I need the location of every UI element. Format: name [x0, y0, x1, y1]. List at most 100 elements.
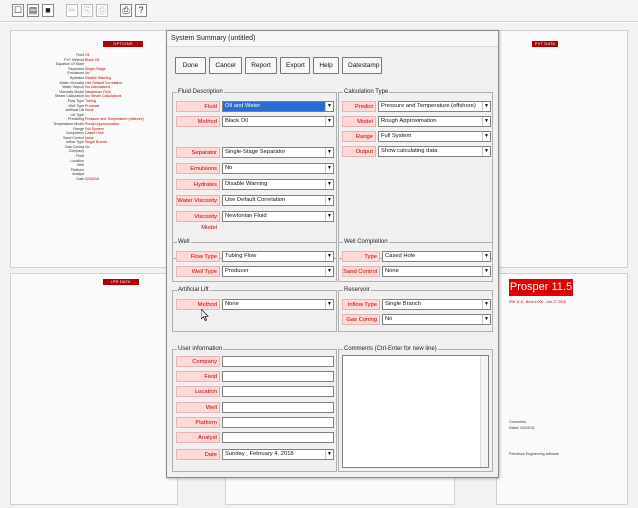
analyst-label: Analyst [176, 431, 220, 443]
company-label: Company [176, 355, 220, 367]
chevron-down-icon[interactable]: ▼ [325, 179, 333, 189]
fluid-select[interactable]: Oil and Water ▼ [222, 100, 334, 112]
predict-select[interactable]: Pressure and Temperature (offshore) ▼ [378, 100, 491, 112]
chevron-down-icon[interactable]: ▼ [325, 147, 333, 157]
chevron-down-icon[interactable]: ▼ [482, 101, 490, 111]
chevron-down-icon[interactable]: ▼ [325, 195, 333, 205]
completion-type-select[interactable]: Cased Hole ▼ [382, 250, 491, 262]
paste-icon[interactable]: ⎙ [96, 4, 108, 17]
well-title: Well [177, 238, 191, 246]
comments-scrollbar[interactable] [480, 356, 488, 467]
field-row: Company [176, 355, 334, 367]
emulsions-value: No [225, 164, 233, 171]
dialog-button-row: Done Cancel Report Export Help Datestamp [175, 57, 382, 74]
chevron-down-icon[interactable]: ▼ [325, 163, 333, 173]
flow-type-select[interactable]: Tubing Flow ▼ [222, 250, 334, 262]
comments-textarea[interactable] [342, 355, 489, 468]
comments-note: Comments [509, 420, 526, 424]
ipr-data-pane[interactable]: IPR DATA [10, 273, 178, 505]
lift-method-value: None [225, 300, 239, 307]
reservoir-group: Reservoir Inflow Type Single Branch ▼ Gas… [338, 286, 493, 332]
done-button[interactable]: Done [175, 57, 206, 74]
cancel-button[interactable]: Cancel [209, 57, 242, 74]
datestamp-button[interactable]: Datestamp [342, 57, 382, 74]
options-summary-pane[interactable]: OPTIONS SUMMARY Fluid Oil PVT Method Black … [10, 30, 178, 268]
date-picker[interactable]: Sunday , February 4, 2018 ▼ [222, 448, 334, 460]
fluid-value: Oil and Water [225, 102, 261, 109]
chevron-down-icon[interactable]: ▼ [325, 211, 333, 221]
output-label: Output [342, 145, 376, 157]
gas-coning-select[interactable]: No ▼ [382, 313, 491, 325]
model-select[interactable]: Rough Approximation ▼ [378, 115, 491, 127]
inflow-type-select[interactable]: Single Branch ▼ [382, 298, 491, 310]
chevron-down-icon[interactable]: ▼ [482, 299, 490, 309]
report-button[interactable]: Report [245, 57, 277, 74]
method-select[interactable]: Black Oil ▼ [222, 115, 334, 127]
field-row: Method None ▼ [176, 298, 334, 310]
chevron-down-icon[interactable]: ▼ [482, 251, 490, 261]
method-label: Method [176, 115, 220, 127]
field-row: Flow Type Tubing Flow ▼ [176, 250, 334, 262]
cut-icon[interactable]: ✂ [66, 4, 78, 17]
location-label: Location [176, 385, 220, 397]
field-row: Inflow Type Single Branch ▼ [342, 298, 491, 310]
artificial-lift-title: Artificial Lift [177, 286, 210, 294]
pvt-data-pane[interactable]: PVT DATA [496, 30, 628, 268]
options-summary-list: Fluid Oil PVT Method Black Oil Equation Of S… [33, 53, 153, 182]
copy-icon[interactable]: ⎘ [81, 4, 93, 17]
help-button[interactable]: Help [313, 57, 339, 74]
user-information-title: User information [177, 345, 224, 353]
date-label: Date [176, 448, 220, 460]
new-file-icon[interactable]: ☐ [12, 4, 24, 17]
location-input[interactable] [222, 385, 334, 397]
emulsions-select[interactable]: No ▼ [222, 162, 334, 174]
chevron-down-icon[interactable]: ▼ [325, 299, 333, 309]
fluid-description-group: Fluid Description Fluid Oil and Water ▼ M… [172, 88, 337, 259]
separator-select[interactable]: Single-Stage Separator ▼ [222, 146, 334, 158]
viscosity-model-select[interactable]: Newtonian Fluid ▼ [222, 210, 334, 222]
inflow-type-value: Single Branch [385, 300, 422, 307]
field-row: Predict Pressure and Temperature (offsho… [342, 100, 491, 112]
artificial-lift-group: Artificial Lift Method None ▼ [172, 286, 337, 332]
help-icon[interactable]: ? [135, 4, 147, 17]
well-completion-title: Well Completion [343, 238, 389, 246]
company-input[interactable] [222, 355, 334, 367]
water-viscosity-value: Use Default Correlation [225, 196, 286, 203]
pvt-data-header: PVT DATA [532, 41, 558, 47]
sand-control-select[interactable]: None ▼ [382, 265, 491, 277]
export-button[interactable]: Export [280, 57, 310, 74]
model-value: Rough Approximation [381, 117, 437, 124]
field-input[interactable] [222, 370, 334, 382]
lift-method-select[interactable]: None ▼ [222, 298, 334, 310]
chevron-down-icon[interactable]: ▼ [482, 314, 490, 324]
chevron-down-icon[interactable]: ▼ [482, 266, 490, 276]
chevron-down-icon[interactable]: ▼ [325, 101, 333, 111]
mouse-pointer-icon [201, 309, 209, 321]
lift-method-label: Method [176, 298, 220, 310]
output-select[interactable]: Show calculating data ▼ [378, 145, 491, 157]
water-viscosity-select[interactable]: Use Default Correlation ▼ [222, 194, 334, 206]
viscosity-model-label: Viscosity Model [176, 210, 220, 231]
save-icon[interactable]: ■ [42, 4, 54, 17]
chevron-down-icon[interactable]: ▼ [482, 146, 490, 156]
prosper-build-info: IPM 11.5 - Build # 000 - Jan 27 2018 [509, 300, 566, 304]
analyst-input[interactable] [222, 431, 334, 443]
chevron-down-icon[interactable]: ▼ [325, 266, 333, 276]
chevron-down-icon[interactable]: ▼ [325, 251, 333, 261]
options-summary-value: None [85, 108, 94, 113]
viscosity-model-value: Newtonian Fluid [225, 212, 267, 219]
well-input[interactable] [222, 401, 334, 413]
print-icon[interactable]: ⎙ [120, 4, 132, 17]
water-viscosity-label: Water Viscosity [176, 194, 220, 206]
hydrates-select[interactable]: Disable Warning ▼ [222, 178, 334, 190]
range-select[interactable]: Full System ▼ [378, 130, 491, 142]
chevron-down-icon[interactable]: ▼ [325, 449, 333, 459]
options-summary-header: OPTIONS SUMMARY [103, 41, 143, 52]
chevron-down-icon[interactable]: ▼ [325, 116, 333, 126]
well-type-select[interactable]: Producer ▼ [222, 265, 334, 277]
chevron-down-icon[interactable]: ▼ [482, 131, 490, 141]
open-folder-icon[interactable]: ▤ [27, 4, 39, 17]
equipment-data-pane[interactable] [496, 273, 628, 505]
platform-input[interactable] [222, 416, 334, 428]
chevron-down-icon[interactable]: ▼ [482, 116, 490, 126]
